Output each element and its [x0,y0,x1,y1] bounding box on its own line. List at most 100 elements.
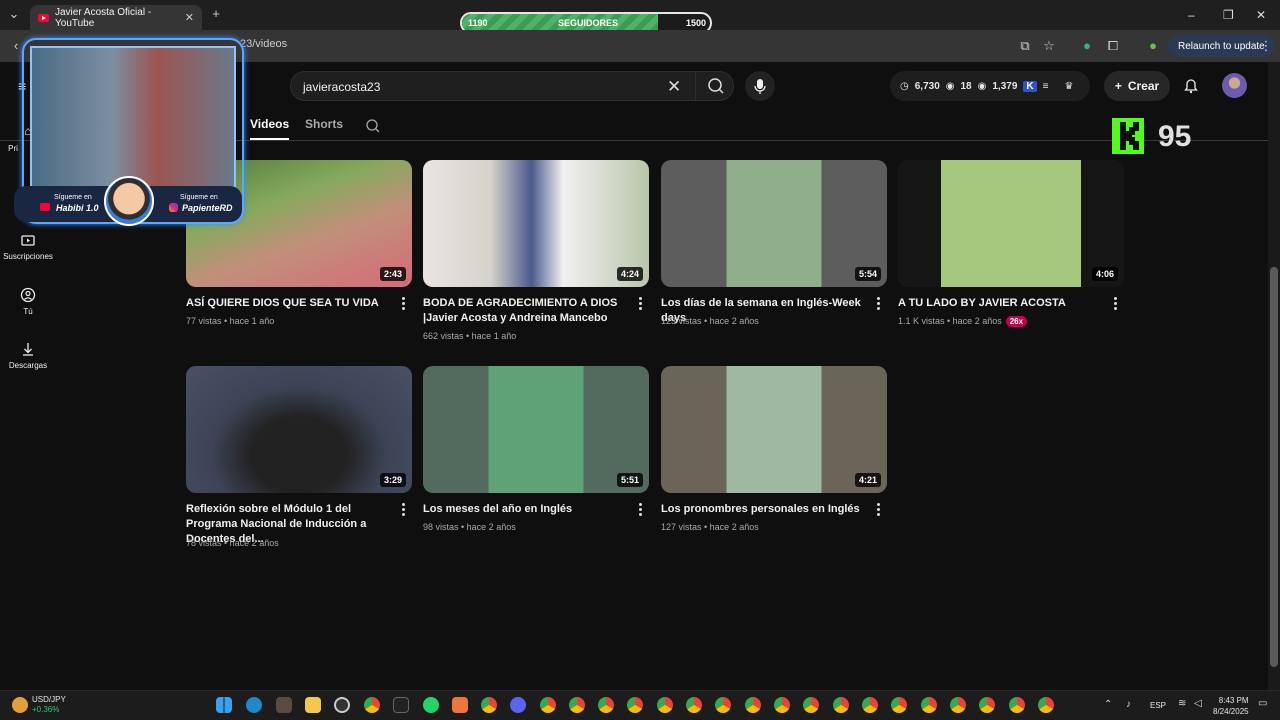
video-thumbnail[interactable]: 3:29 [186,366,412,493]
video-menu-icon[interactable] [402,503,406,518]
notification-center-icon[interactable]: ▭ [1258,698,1267,709]
chrome-profile-icon[interactable] [891,697,907,713]
extension-badge-icon[interactable]: K [1023,80,1037,92]
video-menu-icon[interactable] [639,297,643,312]
wifi-icon[interactable]: ≋ [1178,698,1186,709]
download-icon [23,343,33,356]
search-input[interactable]: javieracosta23 [303,80,380,94]
restore-icon[interactable]: ❐ [1223,8,1234,22]
chrome-profile-icon[interactable] [686,697,702,713]
channel-search-icon[interactable] [365,118,381,134]
discord-icon[interactable] [510,697,526,713]
video-card[interactable]: 3:29 Reflexión sobre el Módulo 1 del Pro… [186,366,412,548]
chrome-profile-icon[interactable] [481,697,497,713]
video-thumbnail[interactable]: 5:54 [661,160,887,287]
chrome-profile-icon[interactable] [657,697,673,713]
search-box[interactable]: javieracosta23 ✕ [290,71,734,101]
taskbar-clock[interactable]: 8:43 PM 8/24/2025 [1213,695,1249,717]
video-title[interactable]: A TU LADO BY JAVIER ACOSTA [898,296,1104,311]
tray-mic-icon[interactable]: ♪ [1126,699,1131,710]
tab-videos[interactable]: Videos [250,117,290,140]
scrollbar-thumb[interactable] [1270,267,1278,667]
sidebar-item-you[interactable]: Tú [0,287,56,316]
chrome-profile-icon[interactable] [950,697,966,713]
whatsapp-icon[interactable] [423,697,439,713]
chrome-profile-icon[interactable] [715,697,731,713]
chrome-menu-icon[interactable]: ⋮ [1258,38,1274,54]
video-card[interactable]: 4:06 A TU LADO BY JAVIER ACOSTA 1.1 K vi… [898,160,1124,327]
video-menu-icon[interactable] [402,297,406,312]
page-scrollbar[interactable] [1268,62,1280,690]
minimize-icon[interactable]: – [1188,8,1195,22]
video-card[interactable]: 5:54 Los días de la semana en Inglés-Wee… [661,160,887,326]
chrome-profile-icon[interactable] [1038,697,1054,713]
chrome-profile-icon[interactable] [627,697,643,713]
edge-icon[interactable] [246,697,262,713]
tray-chevron-icon[interactable]: ⌃ [1104,699,1112,710]
app-a-icon[interactable] [452,697,468,713]
profile-c-icon[interactable]: ● [1145,38,1161,53]
chrome-profile-icon[interactable] [803,697,819,713]
chrome-profile-icon[interactable] [979,697,995,713]
chrome-icon[interactable] [364,697,380,713]
list-icon[interactable]: ≡ [1043,81,1049,92]
tab-shorts[interactable]: Shorts [305,117,343,131]
video-thumbnail[interactable]: 4:24 [423,160,649,287]
new-tab-icon[interactable]: + [208,6,224,21]
bookmark-star-icon[interactable]: ☆ [1041,38,1057,54]
relaunch-label: Relaunch to update [1178,40,1265,52]
badge-26x: 26x [1005,316,1028,327]
chrome-profile-icon[interactable] [598,697,614,713]
start-windows-icon[interactable] [216,697,232,713]
video-menu-icon[interactable] [639,503,643,518]
capcut-icon[interactable] [393,697,409,713]
chrome-profile-icon[interactable] [921,697,937,713]
search-button[interactable] [695,72,735,100]
video-title[interactable]: Los pronombres personales en Inglés [661,502,867,517]
video-menu-icon[interactable] [877,503,881,518]
install-app-icon[interactable]: ⧉ [1017,38,1033,54]
chrome-profile-icon[interactable] [774,697,790,713]
video-card[interactable]: 4:21 Los pronombres personales en Inglés… [661,366,887,532]
video-card[interactable]: 5:51 Los meses del año en Inglés 98 vist… [423,366,649,532]
extension-green-icon[interactable]: ● [1079,38,1095,53]
create-button[interactable]: + Crear [1104,71,1170,101]
notifications-bell-icon[interactable] [1183,78,1199,94]
chrome-profile-icon[interactable] [833,697,849,713]
video-title[interactable]: Los meses del año en Inglés [423,502,629,517]
video-card[interactable]: 4:24 BODA DE AGRADECIMIENTO A DIOS |Javi… [423,160,649,341]
input-language[interactable]: ESP [1150,701,1166,710]
clock-icon: ◷ [900,80,909,92]
video-menu-icon[interactable] [877,297,881,312]
video-title[interactable]: ASÍ QUIERE DIOS QUE SEA TU VIDA [186,296,392,311]
clear-search-icon[interactable]: ✕ [667,77,681,97]
chrome-profile-icon[interactable] [862,697,878,713]
trophy-icon[interactable]: ♛ [1064,81,1073,92]
file-explorer-icon[interactable] [305,697,321,713]
follow-handle-right: PapienteRD [182,203,233,213]
url-text[interactable]: 23/videos [240,38,287,50]
video-thumbnail[interactable]: 4:06 [898,160,1124,287]
app-icon[interactable] [276,697,292,713]
extensions-puzzle-icon[interactable]: ⧠ [1105,38,1121,54]
chrome-profile-icon[interactable] [540,697,556,713]
tab-close-icon[interactable]: ✕ [185,11,194,24]
tab-search-icon[interactable]: ⌄ [6,6,22,22]
video-duration: 5:54 [854,267,881,281]
browser-tab[interactable]: Javier Acosta Oficial - YouTube ✕ [30,5,202,30]
video-menu-icon[interactable] [1114,297,1118,312]
chrome-profile-icon[interactable] [1009,697,1025,713]
currency-ticker[interactable]: USD/JPY +0.36% [32,695,66,715]
sidebar-item-downloads[interactable]: Descargas [0,341,56,370]
video-title[interactable]: BODA DE AGRADECIMIENTO A DIOS |Javier Ac… [423,296,629,326]
obs-icon[interactable] [334,697,350,713]
account-avatar[interactable] [1222,73,1247,98]
chrome-profile-icon[interactable] [745,697,761,713]
voice-search-button[interactable] [745,71,775,101]
volume-icon[interactable]: ◁ [1194,698,1202,709]
video-thumbnail[interactable]: 5:51 [423,366,649,493]
sidebar-item-subscriptions[interactable]: Suscripciones [0,232,56,261]
video-thumbnail[interactable]: 4:21 [661,366,887,493]
window-close-icon[interactable]: ✕ [1256,8,1266,22]
chrome-profile-icon[interactable] [569,697,585,713]
